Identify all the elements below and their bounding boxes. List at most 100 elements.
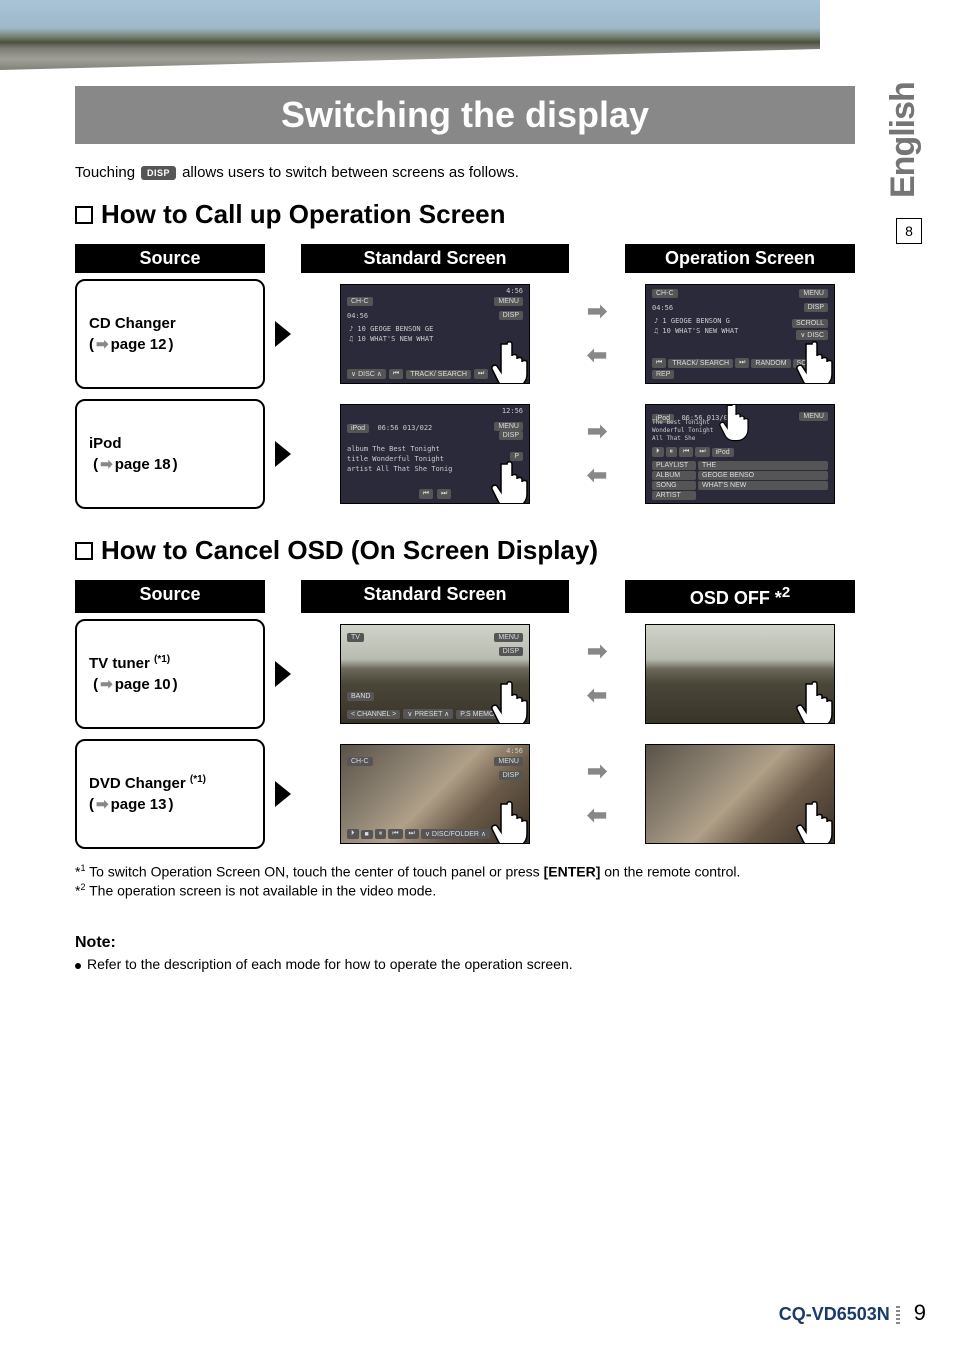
playtime-text: 04:56 [652,304,673,312]
repeat-button[interactable]: REP [652,370,674,379]
album-row-label[interactable]: ALBUM [652,471,696,480]
bullet-icon [75,542,93,560]
source-star: (*1) [190,774,206,785]
prev-button[interactable]: ⏮ [388,829,402,839]
paren-open: ( [89,794,94,815]
menu-button[interactable]: MENU [494,757,523,766]
mode-badge: CH-C [347,757,373,766]
footer-bar-icon [896,1306,900,1324]
menu-button[interactable]: MENU [494,422,523,431]
play-button[interactable]: ⏵ [652,447,664,457]
artist-row-label[interactable]: ARTIST [652,491,696,500]
hand-cursor-icon [792,336,835,384]
tv-standard-screen: TV MENU DISP BAND < CHANNEL > ∨ PRESET ∧… [301,619,569,729]
playlist-label[interactable]: PLAYLIST [652,461,696,470]
hand-cursor-icon [792,676,835,724]
band-button[interactable]: BAND [347,692,374,701]
next-button[interactable]: ⏭ [695,447,709,457]
prev-button[interactable]: ⏮ [652,358,666,368]
row-tv-tuner: TV tuner (*1) ( ➡ page 10 ) TV MENU [75,619,855,729]
disp-icon: DISP [141,166,176,180]
source-dvd-changer: DVD Changer (*1) ( ➡ page 13 ) [75,739,265,849]
page-ref: page 10 [115,674,171,695]
dvd-standard-screen: 4:56 CH-C MENU DISP ⏵ ■ ⏸ ⏮ ⏭ ∨ DISC/FOL… [301,739,569,849]
col-head-osdoff: OSD OFF *2 [625,580,855,613]
section1-heading-text: How to Call up Operation Screen [101,199,506,230]
source-name: iPod [89,433,251,454]
track-search-button[interactable]: TRACK/ SEARCH [668,359,733,368]
dvd-osd-off [625,739,855,849]
paren-close: ) [168,334,173,355]
preset-button[interactable]: ∨ PRESET ∧ [403,709,453,719]
disp-button[interactable]: DISP [804,303,828,312]
menu-button[interactable]: MENU [494,297,523,306]
osdoff-text: OSD OFF * [690,588,782,608]
prev-button[interactable]: ⏮ [389,369,403,379]
clock-text: 4:56 [506,747,523,755]
screenshot-dvd-osdoff [645,744,835,844]
note-label: Note: [75,934,855,952]
arrow-left-icon: ⬅ [587,464,607,488]
track-line-2: ♫ 10 WHAT'S NEW WHAT [349,335,433,343]
disc-button[interactable]: ∨ DISC ∧ [347,369,386,379]
row-cd-changer: CD Changer ( ➡ page 12 ) 4:56 CH-C MENU [75,279,855,389]
col-head-operation: Operation Screen [625,244,855,273]
fn1-bold: [ENTER] [544,864,601,880]
fn1-tail: on the remote control. [600,864,740,880]
prev-button[interactable]: ⏮ [679,447,693,457]
footnotes: *1 To switch Operation Screen ON, touch … [75,863,855,898]
flow-triangle-icon [275,399,291,509]
title-value: Wonderful Tonight [372,455,444,463]
cd-operation-screen: CH-C MENU 04:56 DISP ♪ 1 GEOGE BENSON G … [625,279,855,389]
disp-button[interactable]: DISP [499,431,523,440]
song-row-label[interactable]: SONG [652,481,696,490]
channel-button[interactable]: < CHANNEL > [347,710,400,719]
next-button[interactable]: ⏭ [405,829,419,839]
random-button[interactable]: RANDOM [751,359,790,368]
source-cd-changer: CD Changer ( ➡ page 12 ) [75,279,265,389]
pause-button[interactable]: ⏸ [375,829,387,839]
prev-button[interactable]: ⏮ [419,489,433,499]
screenshot-ipod-operation: iPod 06:56 013/022 MENU The Best Tonight… [645,404,835,504]
menu-button[interactable]: MENU [799,412,828,421]
source-ipod: iPod ( ➡ page 18 ) [75,399,265,509]
playtime-text: 04:56 [347,312,368,320]
album-value: The Best Tonight [372,445,439,453]
artist-value: All That She Tonig [377,465,453,473]
ipod-button[interactable]: iPod [712,448,734,457]
row-ipod: iPod ( ➡ page 18 ) 12:56 iPod 06:56 013/… [75,399,855,509]
screenshot-dvd-standard: 4:56 CH-C MENU DISP ⏵ ■ ⏸ ⏮ ⏭ ∨ DISC/FOL… [340,744,530,844]
note-body: Refer to the description of each mode fo… [75,956,855,972]
album-value: The Best Tonight [652,419,710,426]
track-search-button[interactable]: TRACK/ SEARCH [406,370,471,379]
model-number: CQ-VD6503N [779,1304,900,1325]
disp-button[interactable]: DISP [499,771,523,780]
disp-button[interactable]: DISP [499,647,523,656]
side-tab: English 8 [884,70,934,244]
menu-button[interactable]: MENU [799,289,828,298]
disp-button[interactable]: DISP [499,311,523,320]
disc-folder-button[interactable]: ∨ DISC/FOLDER ∧ [421,829,490,839]
page-title: Switching the display [75,86,855,144]
arrow-right-icon: ➡ [587,300,607,324]
paren-close: ) [173,674,178,695]
model-text: CQ-VD6503N [779,1304,890,1324]
bidirectional-arrows: ➡ ⬅ [579,399,615,509]
stop-button[interactable]: ■ [361,830,373,839]
hand-cursor-icon [716,404,756,443]
title-value: Wonderful Tonight [652,427,713,434]
next-button[interactable]: ⏭ [735,358,749,368]
next-button[interactable]: ⏭ [437,489,451,499]
page-arrow-icon: ➡ [100,454,113,475]
intro-text: Touching DISP allows users to switch bet… [75,164,855,181]
pause-button[interactable]: ⏸ [666,447,678,457]
artist-label: artist [347,465,372,473]
play-button[interactable]: ⏵ [347,829,359,839]
scroll-button[interactable]: SCROLL [792,319,828,328]
mode-badge: TV [347,633,364,642]
album-label: album [347,445,368,453]
page-content: Switching the display Touching DISP allo… [75,86,855,972]
source-name: TV tuner [89,655,150,672]
menu-button[interactable]: MENU [494,633,523,642]
intro-pre: Touching [75,164,135,181]
